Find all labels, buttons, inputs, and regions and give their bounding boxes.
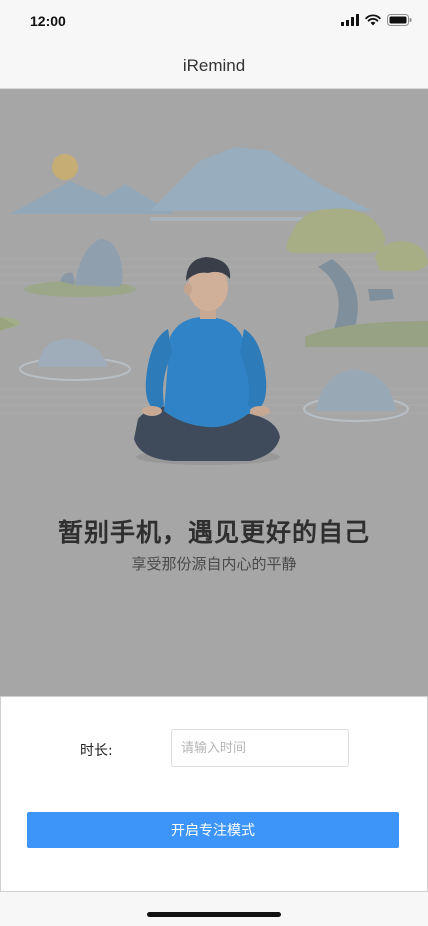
sun-shape xyxy=(52,154,78,180)
cellular-signal-icon xyxy=(341,14,359,26)
focus-form-panel: 时长: 开启专注模式 xyxy=(0,696,428,892)
meditating-person-illustration xyxy=(0,147,428,465)
hero-banner: 暂别手机，遇见更好的自己 享受那份源自内心的平静 xyxy=(0,89,428,696)
duration-input[interactable] xyxy=(171,729,349,767)
battery-icon xyxy=(387,14,412,26)
app-title: iRemind xyxy=(182,56,246,75)
status-bar: 12:00 xyxy=(0,0,428,44)
person-torso xyxy=(164,316,252,428)
start-focus-mode-button[interactable]: 开启专注模式 xyxy=(27,812,399,848)
mountain-shape xyxy=(150,147,372,211)
home-indicator xyxy=(147,912,281,917)
duration-label: 时长: xyxy=(80,743,113,759)
hero-title: 暂别手机，遇见更好的自己 xyxy=(57,518,370,547)
status-icons xyxy=(341,14,412,26)
nav-bar: iRemind xyxy=(0,44,428,89)
hero-subtitle: 享受那份源自内心的平静 xyxy=(131,555,297,573)
mountain-shape xyxy=(10,181,175,214)
wifi-icon xyxy=(365,14,381,26)
status-time: 12:00 xyxy=(30,13,66,29)
